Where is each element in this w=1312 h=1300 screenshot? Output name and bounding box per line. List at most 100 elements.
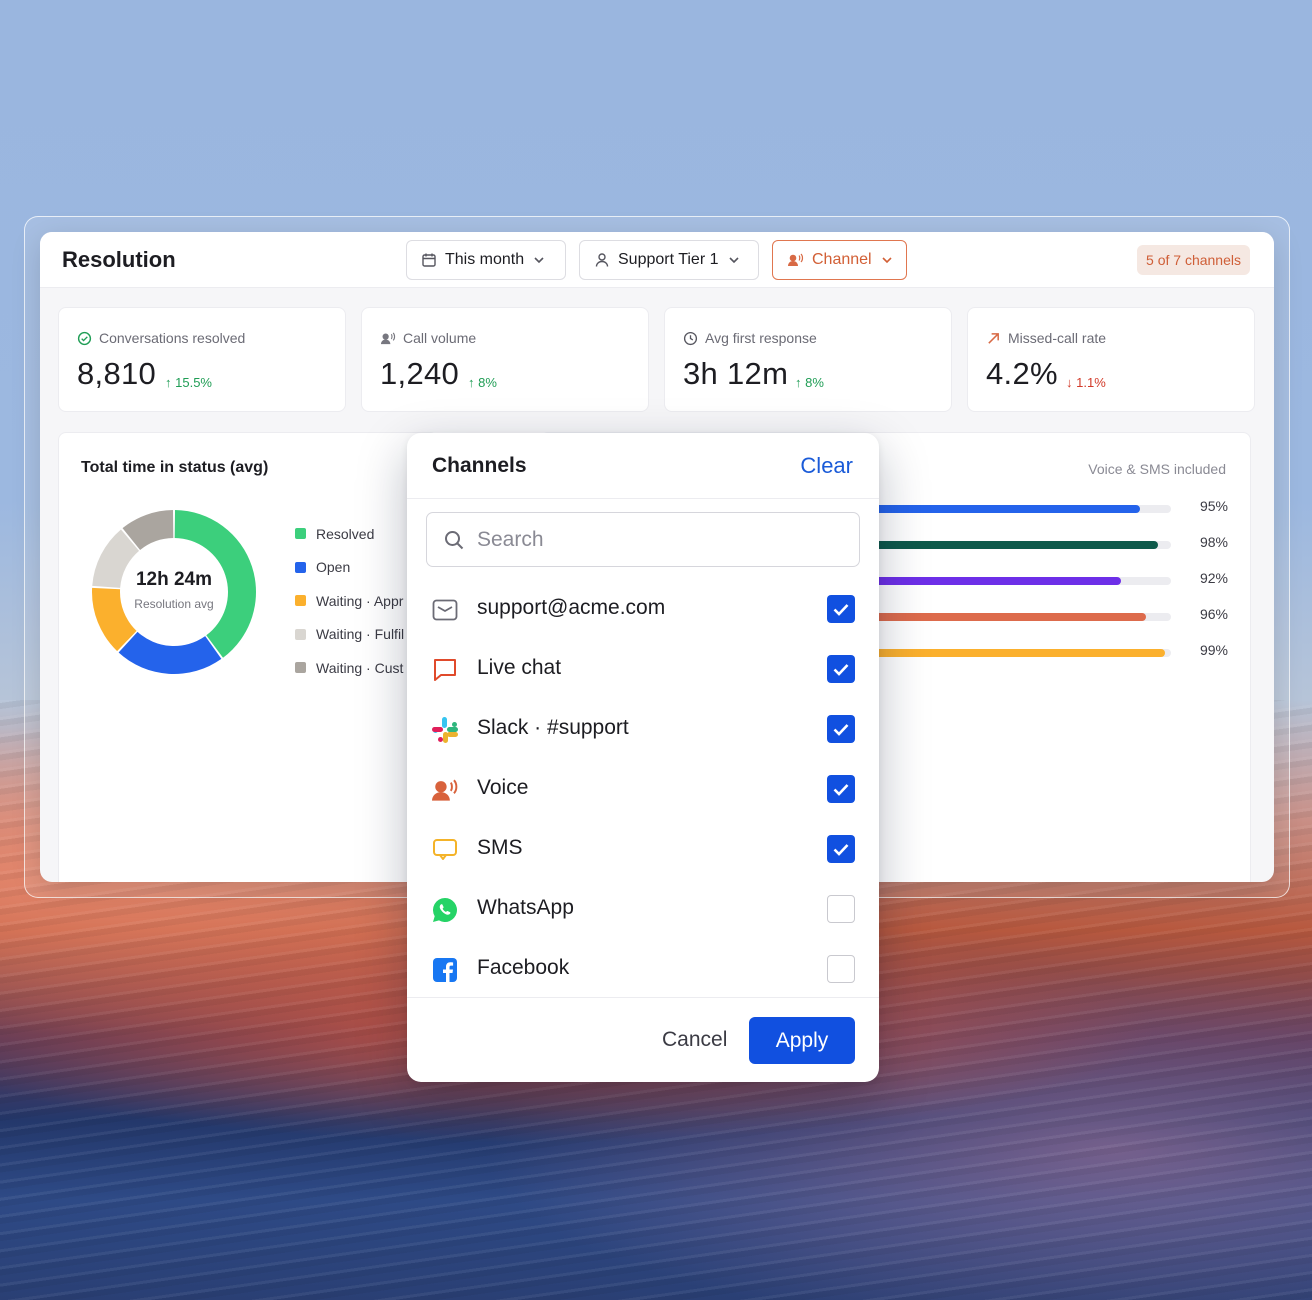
legend-item: Open <box>295 551 404 585</box>
calendar-icon <box>422 253 436 267</box>
voice-icon <box>788 253 804 266</box>
option-label: support@acme.com <box>477 596 666 619</box>
kpi-value: 3h 12m <box>683 356 789 391</box>
kpi-label: Conversations resolved <box>99 330 246 346</box>
checkmark-icon <box>833 604 849 616</box>
kpi-label: Call volume <box>403 330 477 346</box>
kpi-value: 1,240 <box>380 356 460 391</box>
option-checkbox[interactable] <box>827 655 855 683</box>
slack-icon <box>432 717 458 743</box>
kpi-avg-first-response: Avg first response 3h 12m ↑ 8% <box>664 307 952 412</box>
cancel-button[interactable]: Cancel <box>662 1028 727 1052</box>
kpi-delta: ↓ 1.1% <box>1066 375 1106 390</box>
panel-note: Voice & SMS included <box>1088 461 1226 477</box>
search-box <box>426 512 860 567</box>
clear-button[interactable]: Clear <box>800 453 853 479</box>
envelope-icon <box>432 599 458 621</box>
option-label: SMS <box>477 836 523 859</box>
chevron-down-icon <box>882 257 892 264</box>
legend-swatch <box>295 662 306 674</box>
bar-value: 98% <box>1199 534 1228 550</box>
dashboard-header: Resolution This month Support Tier 1 Cha… <box>40 232 1274 288</box>
channel-option-email[interactable]: support@acme.com <box>407 579 879 639</box>
channel-option-live-chat[interactable]: Live chat <box>407 639 879 699</box>
whatsapp-icon <box>432 898 457 922</box>
search-input[interactable] <box>477 527 837 552</box>
kpi-value: 8,810 <box>77 356 157 391</box>
chat-bubble-icon <box>434 659 456 681</box>
legend-swatch <box>295 561 306 573</box>
option-label: Voice <box>477 776 529 799</box>
channel-option-facebook[interactable]: Facebook <box>407 939 879 999</box>
donut-chart: 12h 24m Resolution avg <box>89 507 259 677</box>
check-circle-icon <box>77 331 92 345</box>
channel-option-voice[interactable]: Voice <box>407 759 879 819</box>
arrow-down-icon: ↓ <box>1066 375 1077 390</box>
donut-slice-1 <box>118 631 222 674</box>
checkmark-icon <box>833 724 849 736</box>
channel-filter-button[interactable]: Channel <box>772 240 907 280</box>
dropdown-header: Channels Clear <box>407 433 879 499</box>
channel-option-slack[interactable]: Slack · #support <box>407 699 879 759</box>
bar-value: 92% <box>1199 570 1228 586</box>
kpi-delta: ↑ 8% <box>795 375 824 390</box>
option-checkbox[interactable] <box>827 835 855 863</box>
page-title: Resolution <box>62 247 176 272</box>
legend-swatch <box>295 628 306 640</box>
checkmark-icon <box>833 664 849 676</box>
option-label: Live chat <box>477 656 562 679</box>
team-filter-label: Support Tier 1 <box>618 251 719 268</box>
kpi-missed-call-rate: Missed-call rate 4.2% ↓ 1.1% <box>967 307 1255 412</box>
bar-value: 95% <box>1199 498 1228 514</box>
search-icon <box>445 530 464 549</box>
channel-filter-label: Channel <box>812 251 872 268</box>
team-filter-button[interactable]: Support Tier 1 <box>579 240 759 280</box>
arrow-up-icon: ↑ <box>468 375 479 390</box>
dropdown-footer: Cancel Apply <box>407 997 879 1082</box>
arrow-up-right-icon <box>988 332 999 344</box>
legend-item: Resolved <box>295 517 404 551</box>
option-checkbox[interactable] <box>827 595 855 623</box>
channel-option-whatsapp[interactable]: WhatsApp <box>407 879 879 939</box>
bar-value: 99% <box>1199 642 1228 658</box>
legend-swatch <box>295 595 306 607</box>
option-checkbox[interactable] <box>827 715 855 743</box>
user-icon <box>595 253 609 267</box>
arrow-up-icon: ↑ <box>795 375 806 390</box>
kpi-label: Avg first response <box>705 330 817 346</box>
kpi-conversations-resolved: Conversations resolved 8,810 ↑ 15.5% <box>58 307 346 412</box>
channel-option-sms[interactable]: SMS <box>407 819 879 879</box>
channel-count-badge: 5 of 7 channels <box>1137 245 1250 275</box>
kpi-value: 4.2% <box>986 356 1058 391</box>
checkmark-icon <box>833 844 849 856</box>
date-filter-button[interactable]: This month <box>406 240 566 280</box>
option-checkbox[interactable] <box>827 955 855 983</box>
legend-item: Waiting · Appr <box>295 584 404 618</box>
kpi-label: Missed-call rate <box>1008 330 1107 346</box>
option-label: WhatsApp <box>477 896 574 919</box>
option-checkbox[interactable] <box>827 775 855 803</box>
arrow-up-icon: ↑ <box>165 375 176 390</box>
status-time-panel: Total time in status (avg) 12h 24m Resol… <box>58 432 438 882</box>
chevron-down-icon <box>534 257 544 264</box>
date-filter-label: This month <box>445 251 525 268</box>
checkmark-icon <box>833 784 849 796</box>
apply-button[interactable]: Apply <box>749 1017 855 1064</box>
channels-dropdown: Channels Clear support@acme.com Live cha… <box>407 433 879 1082</box>
facebook-icon <box>433 958 457 982</box>
sms-icon <box>433 839 457 860</box>
status-legend: Resolved Open Waiting · Appr Waiting · F… <box>295 517 404 685</box>
kpi-call-volume: Call volume 1,240 ↑ 8% <box>361 307 649 412</box>
option-label: Slack · #support <box>477 716 629 739</box>
kpi-delta: ↑ 15.5% <box>165 375 212 390</box>
legend-item: Waiting · Cust <box>295 651 404 685</box>
voice-icon <box>432 779 458 801</box>
chevron-down-icon <box>728 257 739 264</box>
clock-icon <box>683 331 698 345</box>
option-label: Facebook <box>477 956 570 979</box>
option-checkbox[interactable] <box>827 895 855 923</box>
panel-title: Total time in status (avg) <box>81 459 269 476</box>
voice-icon <box>380 331 396 344</box>
donut-center-label: Resolution avg <box>134 597 214 611</box>
bar-value: 96% <box>1199 606 1228 622</box>
